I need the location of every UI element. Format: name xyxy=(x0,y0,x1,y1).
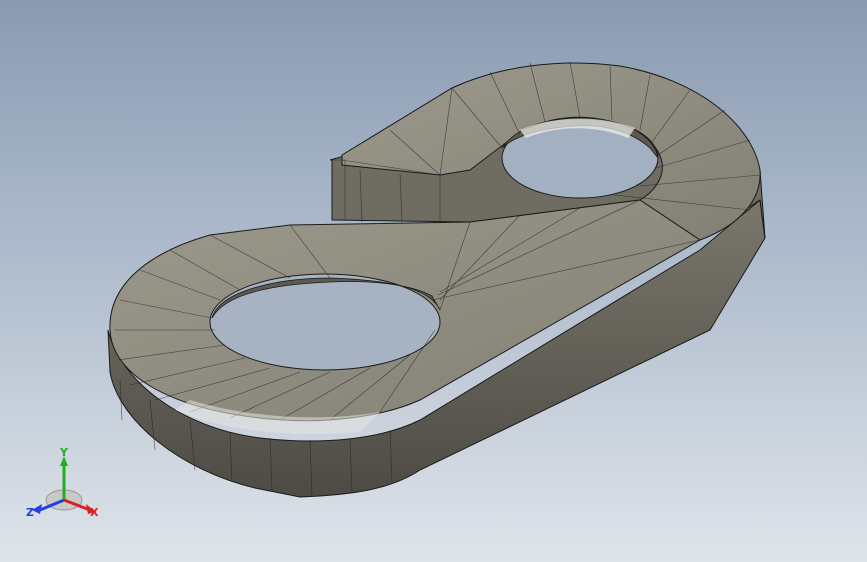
3d-model-hook[interactable] xyxy=(0,0,867,562)
y-axis-label: Y xyxy=(59,446,69,459)
z-axis-label: Z xyxy=(26,506,34,519)
graphics-viewport[interactable]: Y X Z xyxy=(0,0,867,562)
lower-hole xyxy=(209,273,441,371)
x-axis-label: X xyxy=(90,506,99,519)
axis-triad: Y X Z xyxy=(26,446,99,519)
